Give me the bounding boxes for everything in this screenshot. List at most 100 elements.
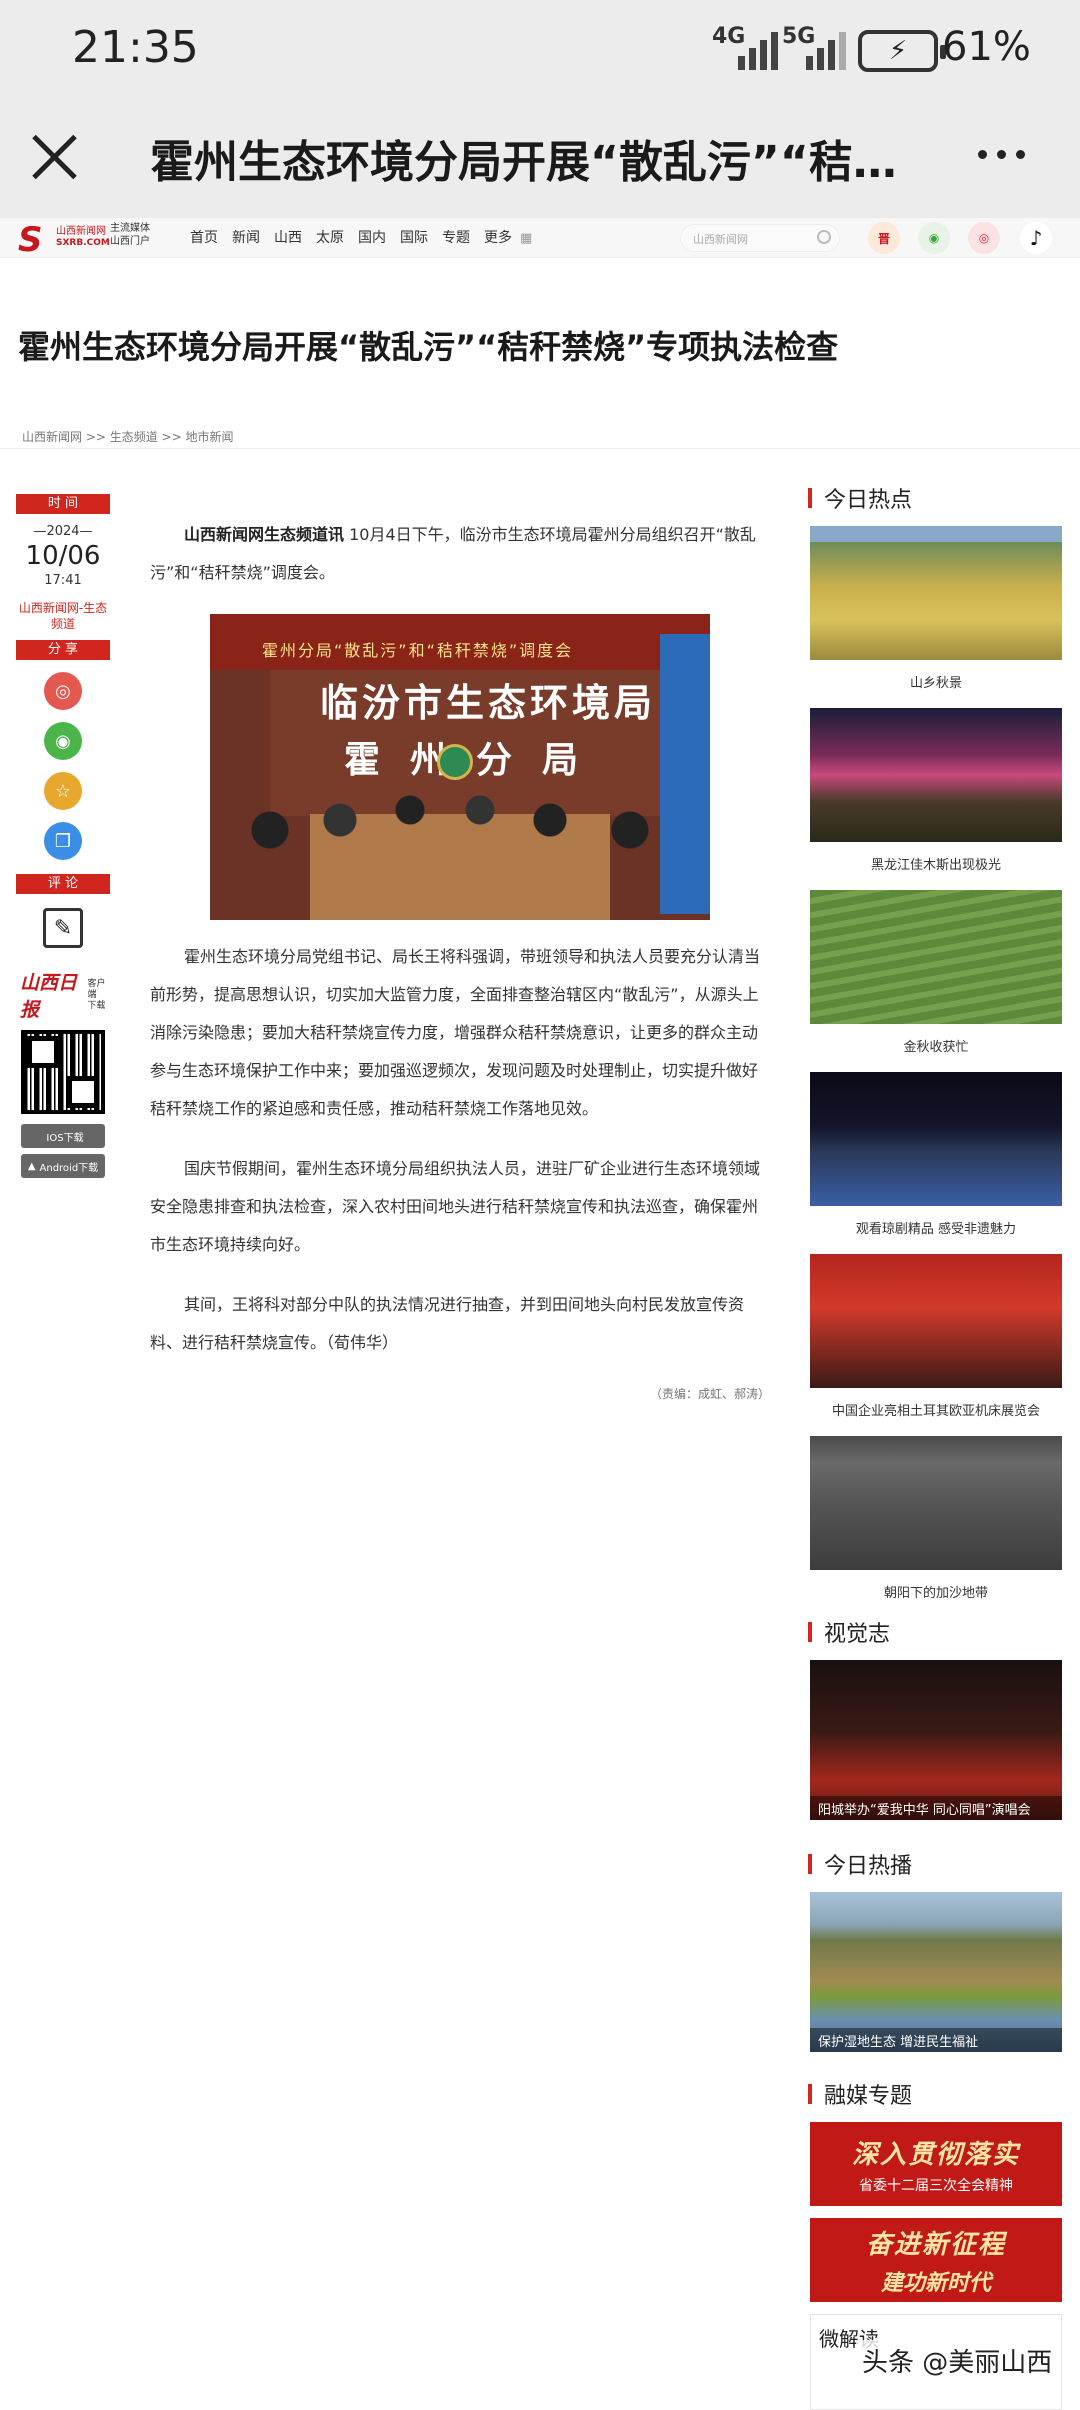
logo-domain: SXRB.COM [56,238,110,248]
weibo-icon[interactable]: ◎ [968,222,1000,254]
slogan-line-2: 山西门户 [110,236,150,247]
hot-item-2-caption[interactable]: 黑龙江佳木斯出现极光 [808,854,1064,873]
article-photo[interactable]: 霍州分局“散乱污”和“秸秆禁烧”调度会 临汾市生态环境局 霍州分局 [210,614,710,920]
site-navbar: S 山西新闻网 SXRB.COM 主流媒体 山西门户 首页 新闻 山西 太原 国… [0,218,1080,260]
media-heading: 融媒专题 [808,2080,1064,2109]
hot-item-5-image[interactable] [810,1254,1062,1388]
comment-label: 评 论 [16,874,110,894]
status-bar: 21:35 4G 5G ⚡ 61% [0,0,1080,100]
hot-item-4-caption[interactable]: 观看琼剧精品 感受非遗魅力 [808,1218,1064,1237]
share-copy-icon[interactable]: ❐ [44,822,82,860]
hot-item-6-image[interactable] [810,1436,1062,1570]
hot-item-1-caption[interactable]: 山乡秋景 [808,672,1064,691]
more-options-icon[interactable] [978,150,1025,159]
nav-link-domestic[interactable]: 国内 [358,227,386,247]
douyin-icon[interactable]: ♪ [1020,222,1052,254]
nav-link-topics[interactable]: 专题 [442,227,470,247]
divider [0,448,1080,449]
broadcast-image[interactable]: 保护湿地生态 增进民生福祉 [810,1892,1062,2052]
site-slogan: 主流媒体 山西门户 [110,222,150,248]
photo-banner-text: 霍州分局“散乱污”和“秸秆禁烧”调度会 [262,641,574,660]
android-icon: ▲ [27,1160,36,1172]
topic-2-sub: 建功新时代 [880,2270,991,2296]
article-body: 山西新闻网生态频道讯 10月4日下午，临汾市生态环境局霍州分局组织召开“散乱污”… [150,516,770,1404]
topic-2-main: 奋进新征程 [865,2229,1006,2260]
hot-item-2-image[interactable] [810,708,1062,842]
photo-people [230,790,690,920]
ios-download-label: IOS下载 [46,1132,84,1144]
signal-5g-icon [806,26,846,70]
app-brand-name: 山西日报 [20,972,78,1021]
topic-banner-2[interactable]: 奋进新征程 建功新时代 [810,2218,1062,2302]
breadcrumb[interactable]: 山西新闻网 >> 生态频道 >> 地市新闻 [22,428,233,445]
ios-download-button[interactable]: IOS下载 [21,1124,105,1148]
photo-emblem [437,744,473,780]
photo-wall-line-1: 临汾市生态环境局 [320,681,657,725]
nav-link-home[interactable]: 首页 [190,227,218,247]
article-title: 霍州生态环境分局开展“散乱污”“秸秆禁烧”专项执法检查 [18,328,839,366]
app-tag-client: 客户端 [87,978,106,1000]
search-placeholder: 山西新闻网 [693,233,748,246]
share-favorite-icon[interactable]: ☆ [44,772,82,810]
app-tag-download: 下载 [87,1000,106,1011]
comment-edit-icon[interactable]: ✎ [43,908,83,948]
android-download-label: Android下载 [39,1162,99,1174]
slogan-line-1: 主流媒体 [110,223,150,234]
hot-item-5-caption[interactable]: 中国企业亮相土耳其欧亚机床展览会 [808,1400,1064,1419]
topic-1-main: 深入贯彻落实 [851,2139,1020,2170]
status-time: 21:35 [72,22,199,73]
article-source[interactable]: 山西新闻网-生态频道 [16,600,110,632]
app-qr-code [21,1030,105,1114]
nav-link-more[interactable]: 更多 [484,227,512,247]
site-logo[interactable]: S 山西新闻网 SXRB.COM [18,220,110,260]
share-wechat-icon[interactable]: ◉ [44,722,82,760]
nav-link-international[interactable]: 国际 [400,227,428,247]
close-icon[interactable] [30,132,80,182]
hot-item-3-image[interactable] [810,890,1062,1024]
editor-credit: （责编：成虹、郝涛） [649,1387,770,1401]
publish-time: 17:41 [44,573,82,588]
logo-mark: S [18,220,43,260]
topic-banner-1[interactable]: 深入贯彻落实 省委十二届三次全会精神 [810,2122,1062,2206]
nav-link-news[interactable]: 新闻 [232,227,260,247]
broadcast-caption[interactable]: 保护湿地生态 增进民生福祉 [810,2028,1062,2052]
watermark: 头条 @美丽山西 [856,2340,1059,2381]
broadcast-heading: 今日热播 [808,1850,1064,1879]
nav-link-taiyuan[interactable]: 太原 [316,227,344,247]
visual-heading: 视觉志 [808,1618,1064,1647]
hot-item-3-caption[interactable]: 金秋收获忙 [808,1036,1064,1055]
grid-menu-icon[interactable]: ▦ [520,231,532,246]
hot-item-1-image[interactable] [810,526,1062,660]
nav-link-shanxi[interactable]: 山西 [274,227,302,247]
app-brand-tag: 客户端 下载 [87,979,110,1012]
visual-image[interactable]: 阳城举办“爱我中华 同心同唱”演唱会 [810,1660,1062,1820]
site-search-input[interactable]: 山西新闻网 [680,224,840,252]
search-icon[interactable] [817,230,831,244]
photo-banner: 霍州分局“散乱污”和“秸秆禁烧”调度会 [210,614,710,670]
hot-item-4-image[interactable] [810,1072,1062,1206]
nav-links: 首页 新闻 山西 太原 国内 国际 专题 更多 [190,227,512,247]
battery-percent: 61% [942,24,1031,70]
shanxi-daily-app-icon[interactable]: 晋 [868,222,900,254]
visual-caption[interactable]: 阳城举办“爱我中华 同心同唱”演唱会 [810,1796,1062,1820]
share-icons: ◎ ◉ ☆ ❐ [16,672,110,860]
browser-title-bar: 霍州生态环境分局开展“散乱污”“秸秆… [0,100,1080,220]
battery-charging-icon: ⚡ [858,30,946,72]
paragraph-4: 其间，王将科对部分中队的执法情况进行抽查，并到田间地头向村民发放宣传资料、进行秸… [150,1295,745,1352]
article-meta-column: 时 间 —2024— 10/06 17:41 山西新闻网-生态频道 分 享 ◎ … [16,494,110,1184]
topic-1-sub: 省委十二届三次全会精神 [859,2177,1013,2194]
publish-date: 10/06 [25,541,101,571]
photo-wall-line-2: 霍州分局 [344,740,609,781]
wechat-icon[interactable]: ◉ [918,222,950,254]
lead-paragraph: 山西新闻网生态频道讯 10月4日下午，临汾市生态环境局霍州分局组织召开“散乱污”… [150,516,770,592]
paragraph-2: 霍州生态环境分局党组书记、局长王将科强调，带班领导和执法人员要充分认清当前形势，… [150,947,761,1118]
paragraph-3: 国庆节假期间，霍州生态环境分局组织执法人员，进驻厂矿企业进行生态环境领域安全隐患… [150,1159,761,1254]
publish-year: —2024— [33,524,93,539]
sidebar: 今日热点 山乡秋景 黑龙江佳木斯出现极光 金秋收获忙 观看琼剧精品 感受非遗魅力… [808,484,1064,2410]
share-weibo-icon[interactable]: ◎ [44,672,82,710]
time-label: 时 间 [16,494,110,514]
logo-name: 山西新闻网 [56,226,106,237]
hot-item-6-caption[interactable]: 朝阳下的加沙地带 [808,1582,1064,1601]
lead-dateline: 山西新闻网生态频道讯 [184,525,345,544]
android-download-button[interactable]: ▲ Android下载 [21,1154,105,1178]
